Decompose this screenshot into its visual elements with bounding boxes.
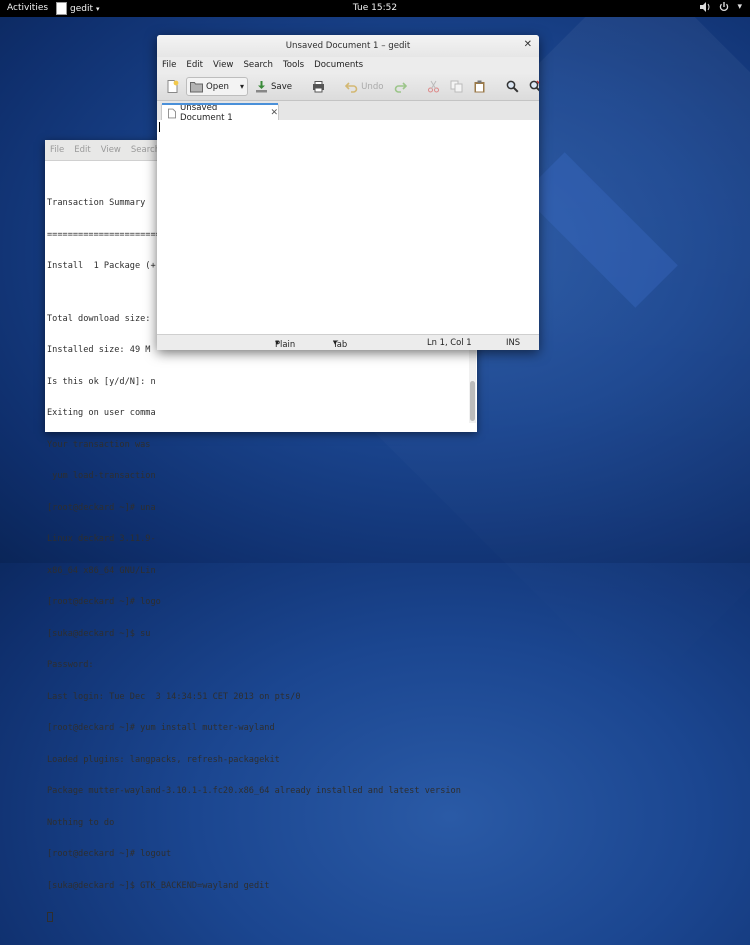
tab-width-label: Tab Width: 8 [333,339,360,350]
new-document-icon [167,80,179,93]
terminal-menu-view[interactable]: View [101,145,121,155]
terminal-line: Package mutter-wayland-3.10.1-1.fc20.x86… [47,786,461,796]
gedit-window[interactable]: Unsaved Document 1 – gedit ✕ File Edit V… [157,35,539,350]
terminal-line: Exiting on user comma [47,408,156,418]
paste-button[interactable] [470,78,489,95]
undo-button-label: Undo [361,81,384,92]
gedit-toolbar: Open ▾ Save Undo [157,73,539,101]
cut-icon [427,80,439,93]
text-cursor [159,122,160,132]
new-document-button[interactable] [163,78,182,95]
close-icon[interactable]: ✕ [524,39,532,50]
cursor-position: Ln 1, Col 1 [427,337,472,347]
copy-icon [450,80,463,93]
redo-button[interactable] [391,78,410,95]
folder-icon [190,82,203,93]
search-icon [506,80,519,93]
terminal-line: Your transaction was [47,439,151,450]
terminal-line: x86_64 x86_64 GNU/Lin [47,565,156,576]
document-icon [168,108,176,118]
save-button[interactable]: Save [252,78,295,95]
chevron-down-icon[interactable]: ▾ [737,2,742,15]
redo-icon [394,82,407,93]
terminal-menu-search[interactable]: Search [131,145,160,155]
volume-icon[interactable] [700,2,711,15]
terminal-line: [root@deckard ~]# una [47,502,156,513]
menu-file[interactable]: File [162,60,176,70]
wallpaper-accent [522,152,678,308]
terminal-line: [suka@deckard ~]$ su [47,628,151,639]
power-icon[interactable] [719,2,729,15]
open-button-label: Open [206,81,229,92]
terminal-line: [root@deckard ~]# logo [47,597,161,607]
tab-active-indicator [162,103,278,105]
terminal-line: [suka@deckard ~]$ GTK_BACKEND=wayland ge… [47,880,270,891]
terminal-line: Last login: Tue Dec 3 14:34:51 CET 2013 … [47,691,301,702]
terminal-line: Is this ok [y/d/N]: n [47,376,156,387]
cut-button[interactable] [424,78,443,95]
system-tray[interactable]: ▾ [700,2,742,15]
terminal-cursor [47,912,53,922]
find-button[interactable] [503,78,522,95]
terminal-menu-edit[interactable]: Edit [74,145,90,155]
document-tabbar: Unsaved Document 1 ✕ [157,101,539,123]
language-label: Plain Text [275,339,296,350]
gedit-menubar: File Edit View Search Tools Documents [157,57,539,73]
find-replace-button[interactable] [526,78,539,95]
menu-tools[interactable]: Tools [283,60,304,70]
undo-button[interactable]: Undo [342,78,386,95]
paste-icon [474,80,485,93]
terminal-prompt-line [47,912,467,924]
statusbar: Plain Text ▾ Tab Width: 8 ▾ Ln 1, Col 1 … [157,334,539,350]
window-title: Unsaved Document 1 – gedit [285,41,411,51]
terminal-line: Nothing to do [47,817,115,828]
top-bar: Activities gedit ▾ Tue 15:52 ▾ [0,0,750,17]
undo-icon [345,82,358,93]
menu-documents[interactable]: Documents [314,60,363,70]
text-editor-area[interactable] [157,120,539,335]
terminal-line: [root@deckard ~]# logout [47,849,172,859]
tab-close-icon[interactable]: ✕ [270,108,278,118]
open-recent-dropdown-icon[interactable]: ▾ [240,82,244,91]
terminal-line: yum load-transaction [47,471,156,481]
terminal-line: [root@deckard ~]# yum install mutter-way… [47,723,275,733]
language-selector[interactable]: Plain Text ▾ [275,337,295,350]
save-icon [255,81,267,93]
terminal-line: Loaded plugins: langpacks, refresh-packa… [47,754,280,765]
gedit-titlebar[interactable]: Unsaved Document 1 – gedit ✕ [157,35,539,57]
clock[interactable]: Tue 15:52 [0,3,750,13]
copy-button[interactable] [447,78,466,95]
print-icon [313,81,325,93]
tab-width-selector[interactable]: Tab Width: 8 ▾ [333,337,360,350]
terminal-line: Linux deckard 3.11.9- [47,534,156,544]
terminal-menu-file[interactable]: File [50,145,64,155]
menu-edit[interactable]: Edit [186,60,203,70]
print-button[interactable] [309,78,328,95]
insert-mode: INS [506,337,521,347]
menu-search[interactable]: Search [243,60,273,70]
menu-view[interactable]: View [213,60,233,70]
terminal-line: Password: [47,660,94,670]
terminal-scrollbar-thumb[interactable] [470,381,475,421]
find-replace-icon [529,80,539,92]
save-button-label: Save [270,81,293,92]
open-button[interactable]: Open ▾ [186,77,248,96]
